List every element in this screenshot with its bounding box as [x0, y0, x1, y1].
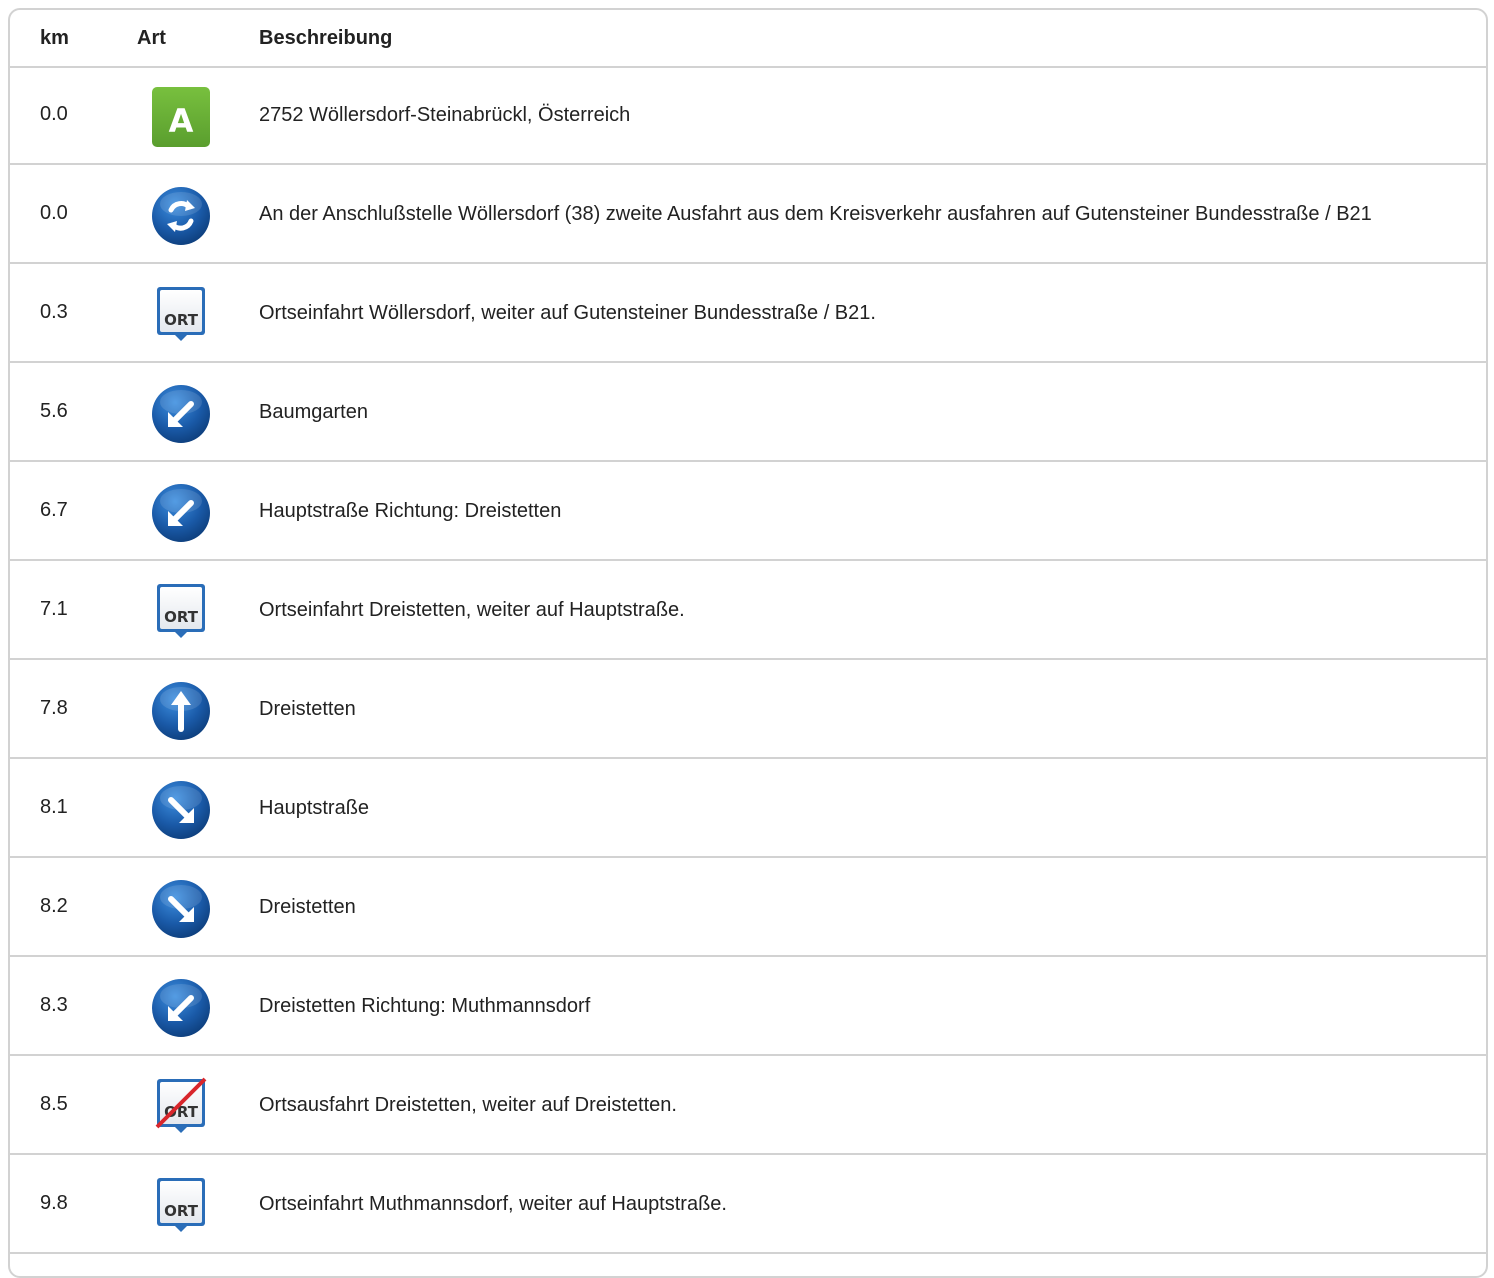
row-km: 7.8: [40, 697, 68, 719]
row-description: Ortseinfahrt Dreistetten, weiter auf Hau…: [259, 598, 685, 621]
row-km: 8.3: [40, 994, 68, 1016]
table-row: 0.0 An der Anschlußstelle Wöllersdorf (3…: [10, 165, 1486, 264]
table-row: 8.1 Hauptstraße: [10, 759, 1486, 858]
table-row: 8.3 Dreistetten Richtung: Muthmannsdorf: [10, 957, 1486, 1056]
roundabout-icon: [151, 184, 211, 248]
row-description: Ortseinfahrt Muthmannsdorf, weiter auf H…: [259, 1192, 727, 1215]
row-km: 9.8: [40, 1192, 68, 1214]
header-description: Beschreibung: [259, 26, 393, 49]
town-entry-icon: ORT: [151, 283, 211, 347]
row-description: Dreistetten: [259, 895, 356, 918]
straight-icon: [151, 679, 211, 743]
row-description: Hauptstraße: [259, 796, 370, 819]
town-sign-label: ORT: [164, 608, 199, 626]
town-sign-label: ORT: [164, 311, 199, 329]
table-row: 0.0 A 2752 Wöllersdorf-Steinabrückl, Öst…: [10, 66, 1486, 165]
table-row: 0.3 ORT Ortseinfahrt Wöllersdorf, weiter…: [10, 264, 1486, 363]
row-km: 8.1: [40, 796, 68, 818]
row-km: 7.1: [40, 598, 68, 620]
row-km: 8.5: [40, 1093, 68, 1115]
directions-table: km Art Beschreibung 0.0 A 2752 Wöllersdo…: [8, 8, 1488, 1278]
row-description: Ortseinfahrt Wöllersdorf, weiter auf Gut…: [259, 301, 876, 324]
table-header: km Art Beschreibung: [10, 10, 1486, 68]
row-description: 2752 Wöllersdorf-Steinabrückl, Österreic…: [259, 103, 631, 126]
row-description: Ortsausfahrt Dreistetten, weiter auf Dre…: [259, 1093, 677, 1116]
row-km: 5.6: [40, 400, 68, 422]
table-row: 8.5 ORT Ortsausfahrt Dreistetten, weiter…: [10, 1056, 1486, 1155]
town-exit-icon: ORT: [151, 1075, 211, 1139]
table-row: 7.1 ORT Ortseinfahrt Dreistetten, weiter…: [10, 561, 1486, 660]
row-description: Baumgarten: [259, 400, 368, 423]
row-description: An der Anschlußstelle Wöllersdorf (38) z…: [259, 202, 1372, 225]
row-km: 8.2: [40, 895, 68, 917]
town-entry-icon: ORT: [151, 1174, 211, 1238]
town-entry-icon: ORT: [151, 580, 211, 644]
turn-left-icon: [151, 481, 211, 545]
row-description: Dreistetten: [259, 697, 356, 720]
turn-left-icon: [151, 382, 211, 446]
table-row: 5.6 Baumgarten: [10, 363, 1486, 462]
row-km: 0.0: [40, 103, 68, 125]
table-row: 8.2 Dreistetten: [10, 858, 1486, 957]
table-row: 7.8 Dreistetten: [10, 660, 1486, 759]
town-sign-label: ORT: [164, 1202, 199, 1220]
table-row: 6.7 Hauptstraße Richtung: Dreistetten: [10, 462, 1486, 561]
turn-right-icon: [151, 877, 211, 941]
turn-left-icon: [151, 976, 211, 1040]
row-km: 0.0: [40, 202, 68, 224]
start-marker-letter: A: [169, 102, 194, 140]
row-km: 6.7: [40, 499, 68, 521]
row-description: Dreistetten Richtung: Muthmannsdorf: [259, 994, 591, 1017]
header-km: km: [40, 26, 69, 49]
header-art: Art: [137, 26, 166, 49]
table-row: 9.8 ORT Ortseinfahrt Muthmannsdorf, weit…: [10, 1155, 1486, 1254]
start-a-icon: A: [151, 85, 211, 149]
row-description: Hauptstraße Richtung: Dreistetten: [259, 499, 562, 522]
row-km: 0.3: [40, 301, 68, 323]
turn-right-icon: [151, 778, 211, 842]
